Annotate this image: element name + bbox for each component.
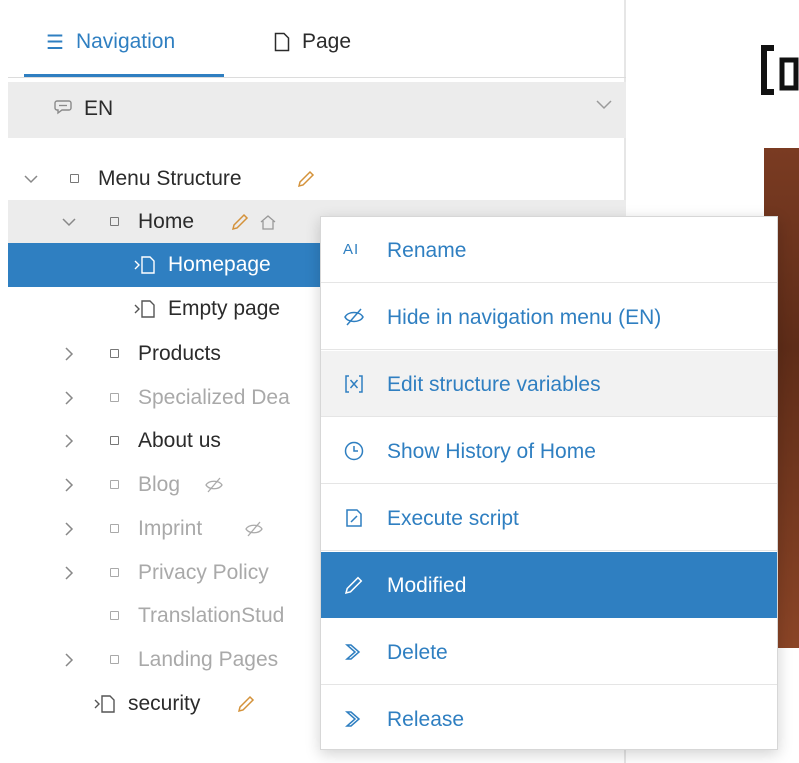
tree-item-label: About us xyxy=(138,429,221,452)
clock-icon xyxy=(344,441,364,461)
variable-icon xyxy=(345,375,363,393)
menu-item-label: Delete xyxy=(387,641,448,664)
menu-item-hide-in-navigation[interactable]: Hide in navigation menu (EN) xyxy=(321,284,777,350)
tree-item-label: Products xyxy=(138,342,221,365)
menu-item-execute-script[interactable]: Execute script xyxy=(321,485,777,551)
page-link-icon xyxy=(134,300,155,318)
menu-item-label: Execute script xyxy=(387,507,519,530)
menu-item-edit-structure-variables[interactable]: Edit structure variables xyxy=(321,351,777,417)
folder-icon xyxy=(110,436,119,445)
menu-item-label: Show History of Home xyxy=(387,440,596,463)
folder-icon xyxy=(110,611,119,620)
chevron-right-icon[interactable] xyxy=(60,389,78,407)
tab-page[interactable]: Page xyxy=(274,27,351,57)
folder-icon xyxy=(110,217,119,226)
tree-item-label: Blog xyxy=(138,473,181,496)
menu-item-label: Modified xyxy=(387,574,467,597)
menu-item-label: Release xyxy=(387,708,465,731)
chevron-right-icon[interactable] xyxy=(60,520,78,538)
tab-navigation-label: Navigation xyxy=(75,30,176,53)
tree-item-menu-structure[interactable]: Menu Structure xyxy=(8,157,626,201)
preview-logo xyxy=(761,45,799,95)
folder-icon xyxy=(110,524,119,533)
context-menu: AI Rename Hide in navigation menu (EN) E… xyxy=(320,216,778,750)
tab-navigation[interactable]: ☰ Navigation xyxy=(46,27,175,57)
tree-item-label: security xyxy=(128,692,201,715)
tree-item-label: TranslationStud xyxy=(138,604,285,627)
chevron-right-icon[interactable] xyxy=(60,476,78,494)
menu-item-label: Hide in navigation menu (EN) xyxy=(387,306,662,329)
menu-item-show-history[interactable]: Show History of Home xyxy=(321,418,777,484)
chevron-down-icon[interactable] xyxy=(60,213,78,231)
tree-item-label: Privacy Policy xyxy=(138,561,269,584)
pencil-icon xyxy=(344,576,363,595)
tree-item-label: Homepage xyxy=(168,253,271,276)
folder-icon xyxy=(110,655,119,664)
eye-slash-icon xyxy=(344,308,364,326)
menu-item-label: Edit structure variables xyxy=(387,373,601,396)
menu-item-label: Rename xyxy=(387,239,467,262)
eye-slash-icon xyxy=(205,477,223,493)
tree-item-label: Menu Structure xyxy=(98,167,242,190)
page-link-icon xyxy=(94,695,115,713)
script-icon xyxy=(346,509,362,527)
chevron-right-icon[interactable] xyxy=(60,345,78,363)
page-icon xyxy=(274,32,290,52)
language-value: EN xyxy=(84,97,114,120)
tree-item-label: Imprint xyxy=(138,517,203,540)
eye-slash-icon xyxy=(245,521,263,537)
tab-bar: ☰ Navigation Page xyxy=(8,0,626,78)
folder-icon xyxy=(110,480,119,489)
folder-icon xyxy=(110,568,119,577)
menu-item-release[interactable]: Release xyxy=(321,686,777,752)
workflow-icon xyxy=(345,644,361,660)
active-tab-indicator xyxy=(24,74,224,77)
home-icon xyxy=(260,215,276,230)
chevron-right-icon[interactable] xyxy=(60,432,78,450)
tab-page-label: Page xyxy=(302,30,352,53)
chevron-down-icon[interactable] xyxy=(22,170,40,188)
rename-icon: AI xyxy=(343,241,360,258)
page-link-icon xyxy=(134,256,155,274)
tree-item-label: Landing Pages xyxy=(138,648,279,671)
folder-icon xyxy=(110,349,119,358)
speech-bubble-icon xyxy=(54,100,72,115)
workflow-icon xyxy=(345,711,361,727)
chevron-right-icon[interactable] xyxy=(60,564,78,582)
folder-icon xyxy=(70,174,79,183)
pencil-icon[interactable] xyxy=(296,169,316,189)
tree-item-label: Specialized Dea xyxy=(138,386,290,409)
pencil-icon[interactable] xyxy=(230,212,250,232)
tree-item-label: Home xyxy=(138,210,195,233)
chevron-right-icon[interactable] xyxy=(60,651,78,669)
menu-item-modified[interactable]: Modified xyxy=(321,552,777,618)
tree-item-label: Empty page xyxy=(168,297,281,320)
list-icon: ☰ xyxy=(46,31,64,54)
pencil-icon[interactable] xyxy=(236,694,256,714)
folder-icon xyxy=(110,393,119,402)
language-select[interactable]: EN xyxy=(8,82,626,138)
menu-item-rename[interactable]: AI Rename xyxy=(321,217,777,283)
menu-item-delete[interactable]: Delete xyxy=(321,619,777,685)
chevron-down-icon xyxy=(596,100,612,110)
